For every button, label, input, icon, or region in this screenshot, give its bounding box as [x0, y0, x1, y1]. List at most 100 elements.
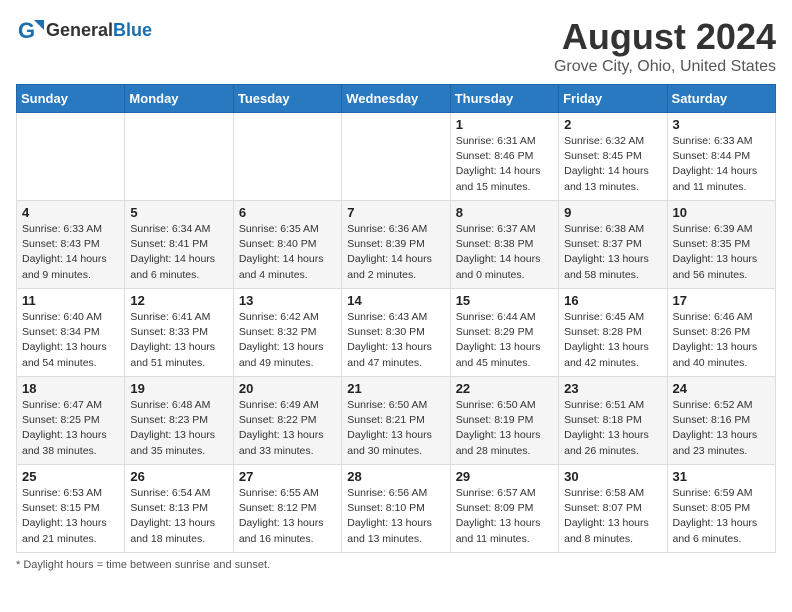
logo-general: General	[46, 20, 113, 40]
day-number: 1	[456, 117, 553, 132]
calendar-cell: 30 Sunrise: 6:58 AM Sunset: 8:07 PM Dayli…	[559, 465, 667, 553]
day-number: 13	[239, 293, 336, 308]
calendar-cell	[125, 113, 233, 201]
day-info: Sunrise: 6:35 AM Sunset: 8:40 PM Dayligh…	[239, 222, 336, 283]
day-number: 8	[456, 205, 553, 220]
day-number: 3	[673, 117, 770, 132]
calendar-cell: 31Sunrise: 6:59 AM Sunset: 8:05 PM Dayli…	[667, 465, 775, 553]
calendar-cell: 26Sunrise: 6:54 AM Sunset: 8:13 PM Dayli…	[125, 465, 233, 553]
day-info: Sunrise: 6:34 AM Sunset: 8:41 PM Dayligh…	[130, 222, 227, 283]
day-info: Sunrise: 6:51 AM Sunset: 8:18 PM Dayligh…	[564, 398, 661, 459]
calendar-cell	[233, 113, 341, 201]
logo-blue: Blue	[113, 20, 152, 40]
day-info: Sunrise: 6:55 AM Sunset: 8:12 PM Dayligh…	[239, 486, 336, 547]
day-info: Sunrise: 6:53 AM Sunset: 8:15 PM Dayligh…	[22, 486, 119, 547]
calendar-table: SundayMondayTuesdayWednesdayThursdayFrid…	[16, 84, 776, 553]
week-row-2: 4 Sunrise: 6:33 AM Sunset: 8:43 PM Daylig…	[17, 201, 776, 289]
day-number: 6	[239, 205, 336, 220]
calendar-cell: 22 Sunrise: 6:50 AM Sunset: 8:19 PM Dayli…	[450, 377, 558, 465]
day-info: Sunrise: 6:50 AM Sunset: 8:19 PM Dayligh…	[456, 398, 553, 459]
day-number: 20	[239, 381, 336, 396]
day-number: 17	[673, 293, 770, 308]
header-day-sunday: Sunday	[17, 85, 125, 113]
calendar-cell	[342, 113, 450, 201]
calendar-cell: 12 Sunrise: 6:41 AM Sunset: 8:33 PM Dayli…	[125, 289, 233, 377]
day-number: 24	[673, 381, 770, 396]
day-info: Sunrise: 6:52 AM Sunset: 8:16 PM Dayligh…	[673, 398, 770, 459]
day-number: 5	[130, 205, 227, 220]
header-day-tuesday: Tuesday	[233, 85, 341, 113]
week-row-1: 1 Sunrise: 6:31 AM Sunset: 8:46 PM Daylig…	[17, 113, 776, 201]
day-number: 2	[564, 117, 661, 132]
day-info: Sunrise: 6:38 AM Sunset: 8:37 PM Dayligh…	[564, 222, 661, 283]
day-info: Sunrise: 6:49 AM Sunset: 8:22 PM Dayligh…	[239, 398, 336, 459]
week-row-5: 25 Sunrise: 6:53 AM Sunset: 8:15 PM Dayli…	[17, 465, 776, 553]
day-number: 12	[130, 293, 227, 308]
calendar-cell: 1 Sunrise: 6:31 AM Sunset: 8:46 PM Daylig…	[450, 113, 558, 201]
calendar-cell: 8Sunrise: 6:37 AM Sunset: 8:38 PM Daylig…	[450, 201, 558, 289]
day-info: Sunrise: 6:33 AM Sunset: 8:44 PM Dayligh…	[673, 134, 770, 195]
day-number: 7	[347, 205, 444, 220]
day-number: 16	[564, 293, 661, 308]
day-info: Sunrise: 6:40 AM Sunset: 8:34 PM Dayligh…	[22, 310, 119, 371]
day-info: Sunrise: 6:33 AM Sunset: 8:43 PM Dayligh…	[22, 222, 119, 283]
header-day-saturday: Saturday	[667, 85, 775, 113]
day-number: 14	[347, 293, 444, 308]
day-info: Sunrise: 6:47 AM Sunset: 8:25 PM Dayligh…	[22, 398, 119, 459]
day-info: Sunrise: 6:41 AM Sunset: 8:33 PM Dayligh…	[130, 310, 227, 371]
calendar-cell: 16 Sunrise: 6:45 AM Sunset: 8:28 PM Dayli…	[559, 289, 667, 377]
calendar-body: 1 Sunrise: 6:31 AM Sunset: 8:46 PM Daylig…	[17, 113, 776, 553]
calendar-header: SundayMondayTuesdayWednesdayThursdayFrid…	[17, 85, 776, 113]
header-day-thursday: Thursday	[450, 85, 558, 113]
header-day-monday: Monday	[125, 85, 233, 113]
title-area: August 2024 Grove City, Ohio, United Sta…	[554, 16, 776, 76]
calendar-cell	[17, 113, 125, 201]
calendar-cell: 17 Sunrise: 6:46 AM Sunset: 8:26 PM Dayli…	[667, 289, 775, 377]
day-info: Sunrise: 6:45 AM Sunset: 8:28 PM Dayligh…	[564, 310, 661, 371]
calendar-cell: 3 Sunrise: 6:33 AM Sunset: 8:44 PM Daylig…	[667, 113, 775, 201]
calendar-cell: 21Sunrise: 6:50 AM Sunset: 8:21 PM Dayli…	[342, 377, 450, 465]
calendar-cell: 5 Sunrise: 6:34 AM Sunset: 8:41 PM Daylig…	[125, 201, 233, 289]
calendar-cell: 14 Sunrise: 6:43 AM Sunset: 8:30 PM Dayli…	[342, 289, 450, 377]
calendar-cell: 15 Sunrise: 6:44 AM Sunset: 8:29 PM Dayli…	[450, 289, 558, 377]
day-number: 29	[456, 469, 553, 484]
header-row: SundayMondayTuesdayWednesdayThursdayFrid…	[17, 85, 776, 113]
day-info: Sunrise: 6:43 AM Sunset: 8:30 PM Dayligh…	[347, 310, 444, 371]
calendar-cell: 9 Sunrise: 6:38 AM Sunset: 8:37 PM Daylig…	[559, 201, 667, 289]
calendar-cell: 6 Sunrise: 6:35 AM Sunset: 8:40 PM Daylig…	[233, 201, 341, 289]
daylight-label: Daylight hours	[23, 559, 93, 571]
calendar-cell: 10Sunrise: 6:39 AM Sunset: 8:35 PM Dayli…	[667, 201, 775, 289]
day-info: Sunrise: 6:42 AM Sunset: 8:32 PM Dayligh…	[239, 310, 336, 371]
day-number: 27	[239, 469, 336, 484]
day-info: Sunrise: 6:44 AM Sunset: 8:29 PM Dayligh…	[456, 310, 553, 371]
day-number: 25	[22, 469, 119, 484]
day-number: 19	[130, 381, 227, 396]
day-info: Sunrise: 6:31 AM Sunset: 8:46 PM Dayligh…	[456, 134, 553, 195]
day-number: 9	[564, 205, 661, 220]
header-day-wednesday: Wednesday	[342, 85, 450, 113]
logo-icon: G	[16, 16, 44, 44]
header-day-friday: Friday	[559, 85, 667, 113]
day-info: Sunrise: 6:54 AM Sunset: 8:13 PM Dayligh…	[130, 486, 227, 547]
day-number: 22	[456, 381, 553, 396]
calendar-cell: 28Sunrise: 6:56 AM Sunset: 8:10 PM Dayli…	[342, 465, 450, 553]
day-number: 18	[22, 381, 119, 396]
day-info: Sunrise: 6:57 AM Sunset: 8:09 PM Dayligh…	[456, 486, 553, 547]
calendar-cell: 27 Sunrise: 6:55 AM Sunset: 8:12 PM Dayli…	[233, 465, 341, 553]
week-row-3: 11Sunrise: 6:40 AM Sunset: 8:34 PM Dayli…	[17, 289, 776, 377]
day-number: 15	[456, 293, 553, 308]
calendar-cell: 29 Sunrise: 6:57 AM Sunset: 8:09 PM Dayli…	[450, 465, 558, 553]
day-number: 30	[564, 469, 661, 484]
calendar-cell: 11Sunrise: 6:40 AM Sunset: 8:34 PM Dayli…	[17, 289, 125, 377]
logo: G GeneralBlue	[16, 16, 152, 44]
calendar-cell: 23Sunrise: 6:51 AM Sunset: 8:18 PM Dayli…	[559, 377, 667, 465]
day-info: Sunrise: 6:59 AM Sunset: 8:05 PM Dayligh…	[673, 486, 770, 547]
day-info: Sunrise: 6:50 AM Sunset: 8:21 PM Dayligh…	[347, 398, 444, 459]
day-info: Sunrise: 6:46 AM Sunset: 8:26 PM Dayligh…	[673, 310, 770, 371]
calendar-subtitle: Grove City, Ohio, United States	[554, 58, 776, 76]
day-number: 4	[22, 205, 119, 220]
day-info: Sunrise: 6:39 AM Sunset: 8:35 PM Dayligh…	[673, 222, 770, 283]
calendar-cell: 20 Sunrise: 6:49 AM Sunset: 8:22 PM Dayli…	[233, 377, 341, 465]
day-info: Sunrise: 6:48 AM Sunset: 8:23 PM Dayligh…	[130, 398, 227, 459]
day-info: Sunrise: 6:58 AM Sunset: 8:07 PM Dayligh…	[564, 486, 661, 547]
